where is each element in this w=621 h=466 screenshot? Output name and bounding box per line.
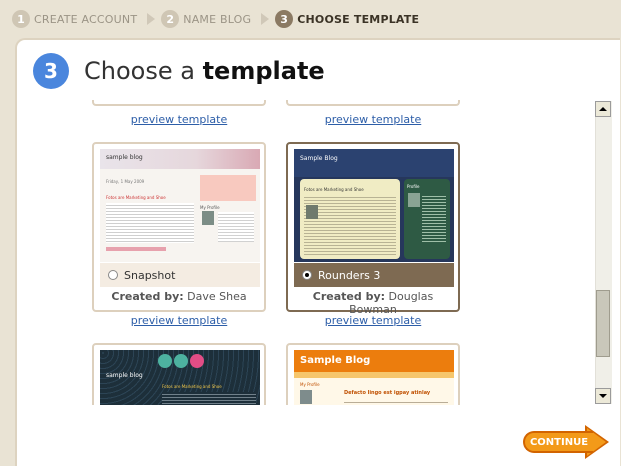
preview-template-link[interactable]: preview template	[286, 314, 460, 327]
step-create-account: 1 CREATE ACCOUNT	[12, 10, 137, 28]
step-label: NAME BLOG	[183, 12, 252, 26]
arrow-up-icon	[599, 107, 607, 111]
template-tile-rounders-3[interactable]: Sample Blog Fotos are Marketing and Shoe…	[286, 142, 460, 316]
arrow-down-icon	[599, 394, 607, 398]
template-list[interactable]: preview template preview template sample…	[30, 100, 613, 405]
step-separator-icon	[261, 13, 270, 25]
title-bold: template	[202, 57, 325, 85]
step-choose-template: 3 CHOOSE TEMPLATE	[275, 10, 419, 28]
scroll-down-button[interactable]	[595, 388, 611, 404]
radio-button[interactable]	[108, 270, 118, 280]
template-thumbnail: Sample Blog My Profile Defacto lingo est…	[294, 350, 454, 405]
step-badge: 3	[33, 53, 69, 89]
thumb-title: sample blog	[106, 372, 143, 379]
step-label: CHOOSE TEMPLATE	[297, 12, 420, 26]
step-separator-icon	[147, 13, 156, 25]
continue-button[interactable]: CONTINUE	[523, 425, 611, 459]
preview-template-link[interactable]: preview template	[92, 314, 266, 327]
step-name-blog: 2 NAME BLOG	[161, 10, 251, 28]
template-name: Rounders 3	[318, 268, 381, 282]
thumb-title: sample blog	[106, 154, 143, 161]
preview-template-link[interactable]: preview template	[286, 113, 460, 126]
wizard-steps: 1 CREATE ACCOUNT 2 NAME BLOG 3 CHOOSE TE…	[0, 0, 621, 38]
template-creator: Created by: Dave Shea	[111, 290, 247, 303]
template-radio-rounders-3[interactable]: Rounders 3	[294, 263, 454, 287]
template-thumbnail: sample blog Friday, 1 May 2009 Fotos are…	[100, 149, 260, 262]
template-radio-snapshot[interactable]: Snapshot	[100, 263, 260, 287]
template-name: Snapshot	[124, 268, 176, 282]
step-number: 2	[161, 10, 180, 28]
radio-button-selected[interactable]	[302, 270, 312, 280]
thumb-title: Sample Blog	[300, 355, 371, 366]
template-tile-partial	[92, 100, 266, 106]
title-prefix: Choose a	[84, 57, 203, 85]
thumb-title: Sample Blog	[300, 155, 338, 162]
template-thumbnail: sample blog Fotos are Marketing and Shoe	[100, 350, 260, 405]
template-tile-snapshot[interactable]: sample blog Friday, 1 May 2009 Fotos are…	[92, 142, 266, 312]
scroll-up-button[interactable]	[595, 101, 611, 117]
step-number: 1	[12, 10, 30, 28]
template-tile-partial[interactable]: Sample Blog My Profile Defacto lingo est…	[286, 343, 460, 405]
template-tile-partial[interactable]: sample blog Fotos are Marketing and Shoe	[92, 343, 266, 405]
step-label: CREATE ACCOUNT	[34, 12, 138, 26]
scrollbar-thumb[interactable]	[596, 290, 610, 357]
template-thumbnail: Sample Blog Fotos are Marketing and Shoe…	[294, 149, 454, 262]
preview-template-link[interactable]: preview template	[92, 113, 266, 126]
page-title: 3 Choose a template	[33, 53, 325, 89]
step-number: 3	[275, 10, 294, 28]
template-tile-partial	[286, 100, 460, 106]
scrollbar-track[interactable]	[595, 101, 612, 404]
template-creator: Created by: Douglas Bowman	[312, 290, 434, 316]
